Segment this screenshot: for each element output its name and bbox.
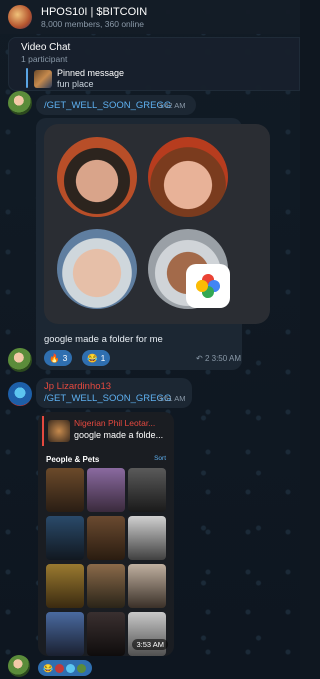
- message-time: 3:51 AM: [158, 394, 186, 403]
- photo-tile: [46, 564, 84, 608]
- caption-area: google made a folder for me 🔥 3 😂 1 ↶ 2 …: [36, 328, 242, 370]
- sender-avatar[interactable]: [8, 348, 32, 372]
- reaction-count: 3: [62, 353, 68, 363]
- sender-name[interactable]: Jp Lizardinho13: [44, 381, 111, 392]
- group-subtitle: 8,000 members, 360 online: [41, 18, 145, 29]
- photo-tile: [46, 612, 84, 656]
- pinned-bar: [26, 68, 28, 88]
- screenshot-message[interactable]: Nigerian Phil Leotar... google made a fo…: [38, 412, 174, 656]
- photo-tile: [46, 468, 84, 512]
- command-link[interactable]: /GET_WELL_SOON_GREGG: [44, 393, 171, 404]
- reaction-count: 1: [100, 353, 106, 363]
- reaction-bar[interactable]: 😂: [38, 660, 92, 676]
- quote-sender: Nigerian Phil Leotar...: [74, 418, 156, 428]
- message-caption: google made a folder for me: [44, 334, 163, 345]
- google-photos-icon: [186, 264, 230, 308]
- laugh-icon: 😂: [87, 352, 98, 363]
- reactor-avatar: [54, 663, 64, 673]
- message-time: 3:50 AM: [211, 354, 241, 363]
- fire-icon: 🔥: [49, 352, 60, 363]
- reactor-avatar: [76, 663, 86, 673]
- quote-bar: [42, 416, 44, 446]
- folder-image[interactable]: [44, 124, 270, 324]
- sender-avatar[interactable]: [8, 91, 32, 115]
- photo-tile: [87, 612, 125, 656]
- group-title: HPOS10I | $BITCOIN: [41, 5, 148, 18]
- message-bubble[interactable]: Jp Lizardinho13 /GET_WELL_SOON_GREGG 3:5…: [36, 378, 192, 408]
- reply-count: 2: [204, 354, 210, 363]
- sender-avatar[interactable]: [8, 655, 30, 677]
- pinned-label[interactable]: Pinned message: [57, 68, 124, 78]
- photo-tile: [87, 564, 125, 608]
- reaction-laugh[interactable]: 😂 1: [82, 350, 111, 366]
- sender-avatar[interactable]: [8, 382, 32, 406]
- replies-info[interactable]: ↶ 2 3:50 AM: [196, 354, 241, 363]
- group-avatar[interactable]: [8, 5, 32, 29]
- photo-tile: [128, 564, 166, 608]
- chat-header[interactable]: HPOS10I | $BITCOIN 8,000 members, 360 on…: [0, 0, 300, 34]
- face-image: [148, 137, 228, 217]
- pinned-thumbnail: [34, 70, 52, 88]
- reactor-avatar: [65, 663, 75, 673]
- message-time: 3:53 AM: [132, 639, 168, 650]
- reaction-fire[interactable]: 🔥 3: [44, 350, 73, 366]
- photo-tile: [87, 516, 125, 560]
- laugh-icon: 😂: [43, 663, 53, 673]
- photo-tile: [87, 468, 125, 512]
- section-title: People & Pets: [46, 455, 100, 464]
- reply-icon: ↶: [196, 354, 203, 363]
- photo-tile: [128, 468, 166, 512]
- face-image: [57, 137, 137, 217]
- message-bubble[interactable]: /GET_WELL_SOON_GREGG 3:42 AM: [36, 95, 196, 115]
- video-chat-title: Video Chat: [21, 42, 71, 53]
- video-chat-participants: 1 participant: [21, 54, 68, 64]
- photo-tile: [46, 516, 84, 560]
- message-time: 3:42 AM: [158, 101, 186, 110]
- face-image: [57, 229, 137, 309]
- quote-text: google made a folde...: [74, 430, 164, 440]
- pinned-text: fun place: [57, 79, 94, 89]
- quote-thumbnail: [48, 420, 70, 442]
- command-link[interactable]: /GET_WELL_SOON_GREGG: [44, 100, 171, 111]
- photo-tile: [128, 516, 166, 560]
- video-chat-panel[interactable]: Video Chat 1 participant Pinned message …: [8, 37, 300, 91]
- sort-link: Sort: [154, 455, 166, 462]
